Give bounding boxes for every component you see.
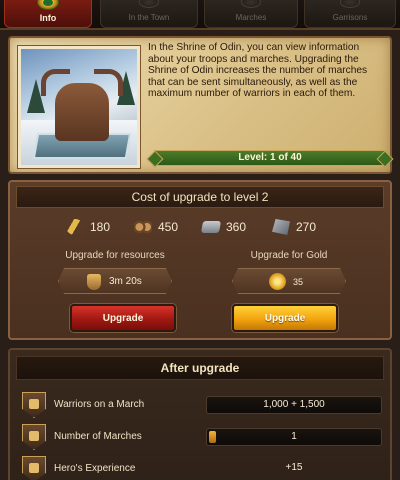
upgrade-time-box: 3m 20s xyxy=(58,268,172,294)
stat-bar: 1 xyxy=(206,428,382,446)
level-banner: Level: 1 of 40 xyxy=(154,150,386,166)
gold-price: 35 xyxy=(293,277,304,287)
stat-bar-fill xyxy=(209,431,216,443)
info-tab-icon xyxy=(37,0,59,10)
gold-price-box: 35 xyxy=(232,268,346,294)
marches-icon xyxy=(22,424,46,450)
upgrade-resources-label: Upgrade for resources xyxy=(65,250,165,261)
resource-value: 450 xyxy=(158,220,179,234)
wheat-icon xyxy=(66,219,84,235)
stat-warriors-on-march: Warriors on a March 1,000 + 1,500 xyxy=(20,392,384,418)
building-description: In the Shrine of Odin, you can view info… xyxy=(148,42,368,100)
stat-value: +15 xyxy=(285,462,303,473)
upgrade-resources-button[interactable]: Upgrade xyxy=(70,304,176,332)
gold-coin-icon xyxy=(269,273,286,290)
tab-label: Info xyxy=(39,13,57,23)
upgrade-gold-button[interactable]: Upgrade xyxy=(232,304,338,332)
stat-hero-experience: Hero's Experience +15 xyxy=(20,456,384,480)
after-upgrade-panel: After upgrade Warriors on a March 1,000 … xyxy=(8,348,392,480)
stone-icon xyxy=(200,221,222,233)
stat-bar: 1,000 + 1,500 xyxy=(206,396,382,414)
tab-label: Marches xyxy=(235,13,267,22)
tab-bar: Info In the Town Marches Garrisons xyxy=(0,0,400,30)
tab-in-the-town[interactable]: In the Town xyxy=(100,0,198,28)
resource-value: 270 xyxy=(296,220,317,234)
resource-value: 360 xyxy=(226,220,247,234)
warriors-icon xyxy=(22,392,46,418)
shrine-icon xyxy=(41,69,123,141)
marches-tab-icon xyxy=(241,0,261,8)
upgrade-gold-label: Upgrade for Gold xyxy=(250,250,328,261)
after-upgrade-title: After upgrade xyxy=(16,356,384,380)
tab-info[interactable]: Info xyxy=(4,0,92,28)
building-info-panel: In the Shrine of Odin, you can view info… xyxy=(8,36,392,174)
tab-label: Garrisons xyxy=(332,13,368,22)
cost-title: Cost of upgrade to level 2 xyxy=(16,186,384,208)
tab-label: In the Town xyxy=(128,13,170,22)
tab-marches[interactable]: Marches xyxy=(204,0,298,28)
upgrade-cost-panel: Cost of upgrade to level 2 180 450 360 2… xyxy=(8,180,392,340)
stat-label: Number of Marches xyxy=(54,431,142,442)
resource-value: 180 xyxy=(90,220,111,234)
hero-icon xyxy=(22,456,46,480)
tab-garrisons[interactable]: Garrisons xyxy=(304,0,396,28)
stat-number-of-marches: Number of Marches 1 xyxy=(20,424,384,450)
stat-value: 1,000 + 1,500 xyxy=(263,399,325,410)
stat-value: 1 xyxy=(291,431,297,442)
garrisons-tab-icon xyxy=(340,0,360,8)
town-tab-icon xyxy=(139,0,159,8)
building-portrait xyxy=(17,45,141,169)
wood-icon xyxy=(134,219,152,235)
stat-label: Hero's Experience xyxy=(54,463,136,474)
upgrade-time: 3m 20s xyxy=(109,276,142,287)
iron-icon xyxy=(272,219,290,235)
hourglass-icon xyxy=(87,274,101,290)
stat-label: Warriors on a March xyxy=(54,399,145,410)
